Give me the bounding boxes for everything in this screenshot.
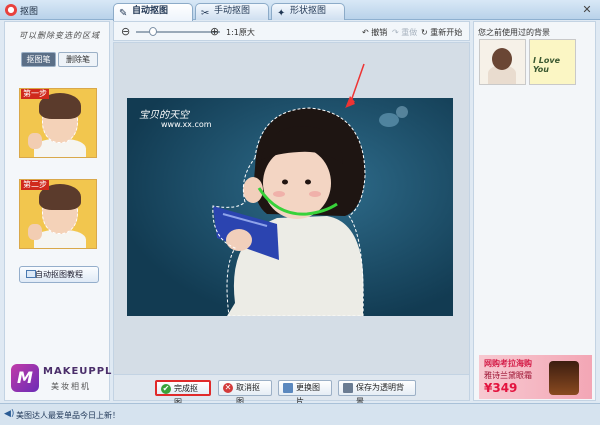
restart-label: 重新开始: [430, 28, 463, 37]
step2-example: 第二步: [19, 179, 97, 249]
cutout-pen-button[interactable]: 抠图笔: [21, 52, 56, 67]
photo-watermark: 宝贝的天空: [139, 110, 189, 121]
child-hand: [226, 229, 252, 251]
step1-label: 第一步: [21, 89, 49, 99]
zoom-out-icon[interactable]: ⊖: [121, 25, 130, 38]
makeupplus-logo[interactable]: M MAKEUPPLUS 美妆相机: [11, 360, 128, 396]
child-cheek: [273, 191, 285, 197]
restart-button[interactable]: ↻ 重新开始: [421, 27, 462, 38]
makeupplus-sub: 美妆相机: [51, 382, 91, 391]
ad-banner[interactable]: 网购考拉海购 雅诗兰黛眼霜 ¥349: [479, 355, 592, 399]
bokeh-light: [396, 106, 408, 118]
tab-label: 手动抠图: [214, 6, 251, 16]
photo-canvas[interactable]: 宝贝的天空 www.xx.com: [127, 98, 453, 316]
recent-backgrounds-title: 您之前使用过的背景: [478, 28, 550, 37]
thumb-text: I Love You: [533, 56, 560, 74]
bottom-action-bar: ✔ 完成抠图 ✕ 取消抠图 更换图片 保存为透明背景: [113, 375, 470, 407]
redo-label: 重做: [401, 28, 418, 37]
step2-label: 第二步: [21, 180, 49, 190]
recent-background-thumb[interactable]: [479, 39, 526, 85]
tab-label: 形状抠图: [290, 6, 327, 16]
child-cheek: [309, 191, 321, 197]
canvas-toolbar: ⊖ ⊕ 1:1原大 ↶ 撤销 ↷ 重做 ↻ 重新开始: [113, 21, 470, 41]
right-panel: 您之前使用过的背景 I Love You 网购考拉海购 雅诗兰黛眼霜 ¥349: [473, 21, 596, 401]
check-icon: ✔: [161, 384, 171, 394]
cancel-icon: ✕: [223, 383, 233, 393]
tutorial-button[interactable]: 自动抠图教程: [19, 266, 99, 283]
makeupplus-icon: M: [11, 364, 39, 392]
app-logo-icon: ●: [5, 4, 17, 16]
child-eye: [305, 179, 311, 185]
status-text[interactable]: 美图达人最爱单品今日上新！: [16, 410, 120, 421]
redo-button[interactable]: ↷ 重做: [392, 27, 417, 38]
tab-label: 自动抠图: [132, 6, 169, 16]
left-panel: 可以删除变选的区域 抠图笔 删除笔 第一步 第二步 自动抠图教程 M MAKEU…: [4, 21, 128, 401]
undo-button[interactable]: ↶ 撤销: [362, 27, 387, 38]
speaker-icon: ◀): [4, 409, 15, 419]
bokeh-light: [379, 113, 399, 127]
thumb-figure-head: [492, 48, 512, 70]
ad-line1: 网购考拉海购: [484, 359, 532, 368]
hint-text: 可以删除变选的区域: [19, 31, 100, 40]
erase-pen-button[interactable]: 删除笔: [58, 52, 98, 67]
tutorial-label: 自动抠图教程: [35, 270, 83, 279]
window-title: 抠图: [20, 7, 39, 17]
child-eye: [282, 179, 288, 185]
close-icon[interactable]: ✕: [580, 3, 594, 16]
ad-line2: 雅诗兰黛眼霜: [484, 371, 532, 380]
status-bar: ◀) 美图达人最爱单品今日上新！: [0, 403, 600, 425]
step1-example: 第一步: [19, 88, 97, 158]
cancel-cutout-button[interactable]: ✕ 取消抠图: [218, 380, 272, 406]
canvas-area[interactable]: 宝贝的天空 www.xx.com: [113, 42, 470, 375]
photo-svg: [212, 98, 408, 316]
original-size-button[interactable]: 1:1原大: [226, 27, 255, 38]
tab-manual-cutout[interactable]: ✂ 手动抠图: [195, 3, 269, 20]
red-pointer-arrow: [346, 63, 365, 106]
ad-product-image: [549, 361, 579, 395]
zoom-slider-handle[interactable]: [149, 27, 157, 36]
pen-icon: ✎: [119, 8, 128, 19]
child-face: [263, 147, 331, 219]
title-bar: ● 抠图 ✕ ✎ 自动抠图 ✂ 手动抠图 ✦ 形状抠图: [0, 0, 600, 21]
book-icon: [26, 270, 36, 278]
undo-label: 撤销: [371, 28, 388, 37]
save-icon: [343, 383, 353, 393]
change-image-button[interactable]: 更换图片: [278, 380, 332, 406]
zoom-in-icon[interactable]: ⊕: [210, 25, 219, 38]
tab-shape-cutout[interactable]: ✦ 形状抠图: [271, 3, 345, 20]
photo-watermark-url: www.xx.com: [161, 120, 212, 129]
scissors-icon: ✂: [201, 8, 210, 19]
image-icon: [283, 383, 293, 393]
recent-background-thumb[interactable]: I Love You: [529, 39, 576, 85]
example-hand: [28, 224, 42, 240]
save-transparent-button[interactable]: 保存为透明背景: [338, 380, 416, 406]
complete-cutout-button[interactable]: ✔ 完成抠图: [155, 380, 211, 407]
tab-auto-cutout[interactable]: ✎ 自动抠图: [113, 3, 193, 21]
example-hand: [28, 133, 42, 149]
shape-icon: ✦: [277, 8, 286, 19]
ad-price: ¥349: [484, 381, 518, 395]
